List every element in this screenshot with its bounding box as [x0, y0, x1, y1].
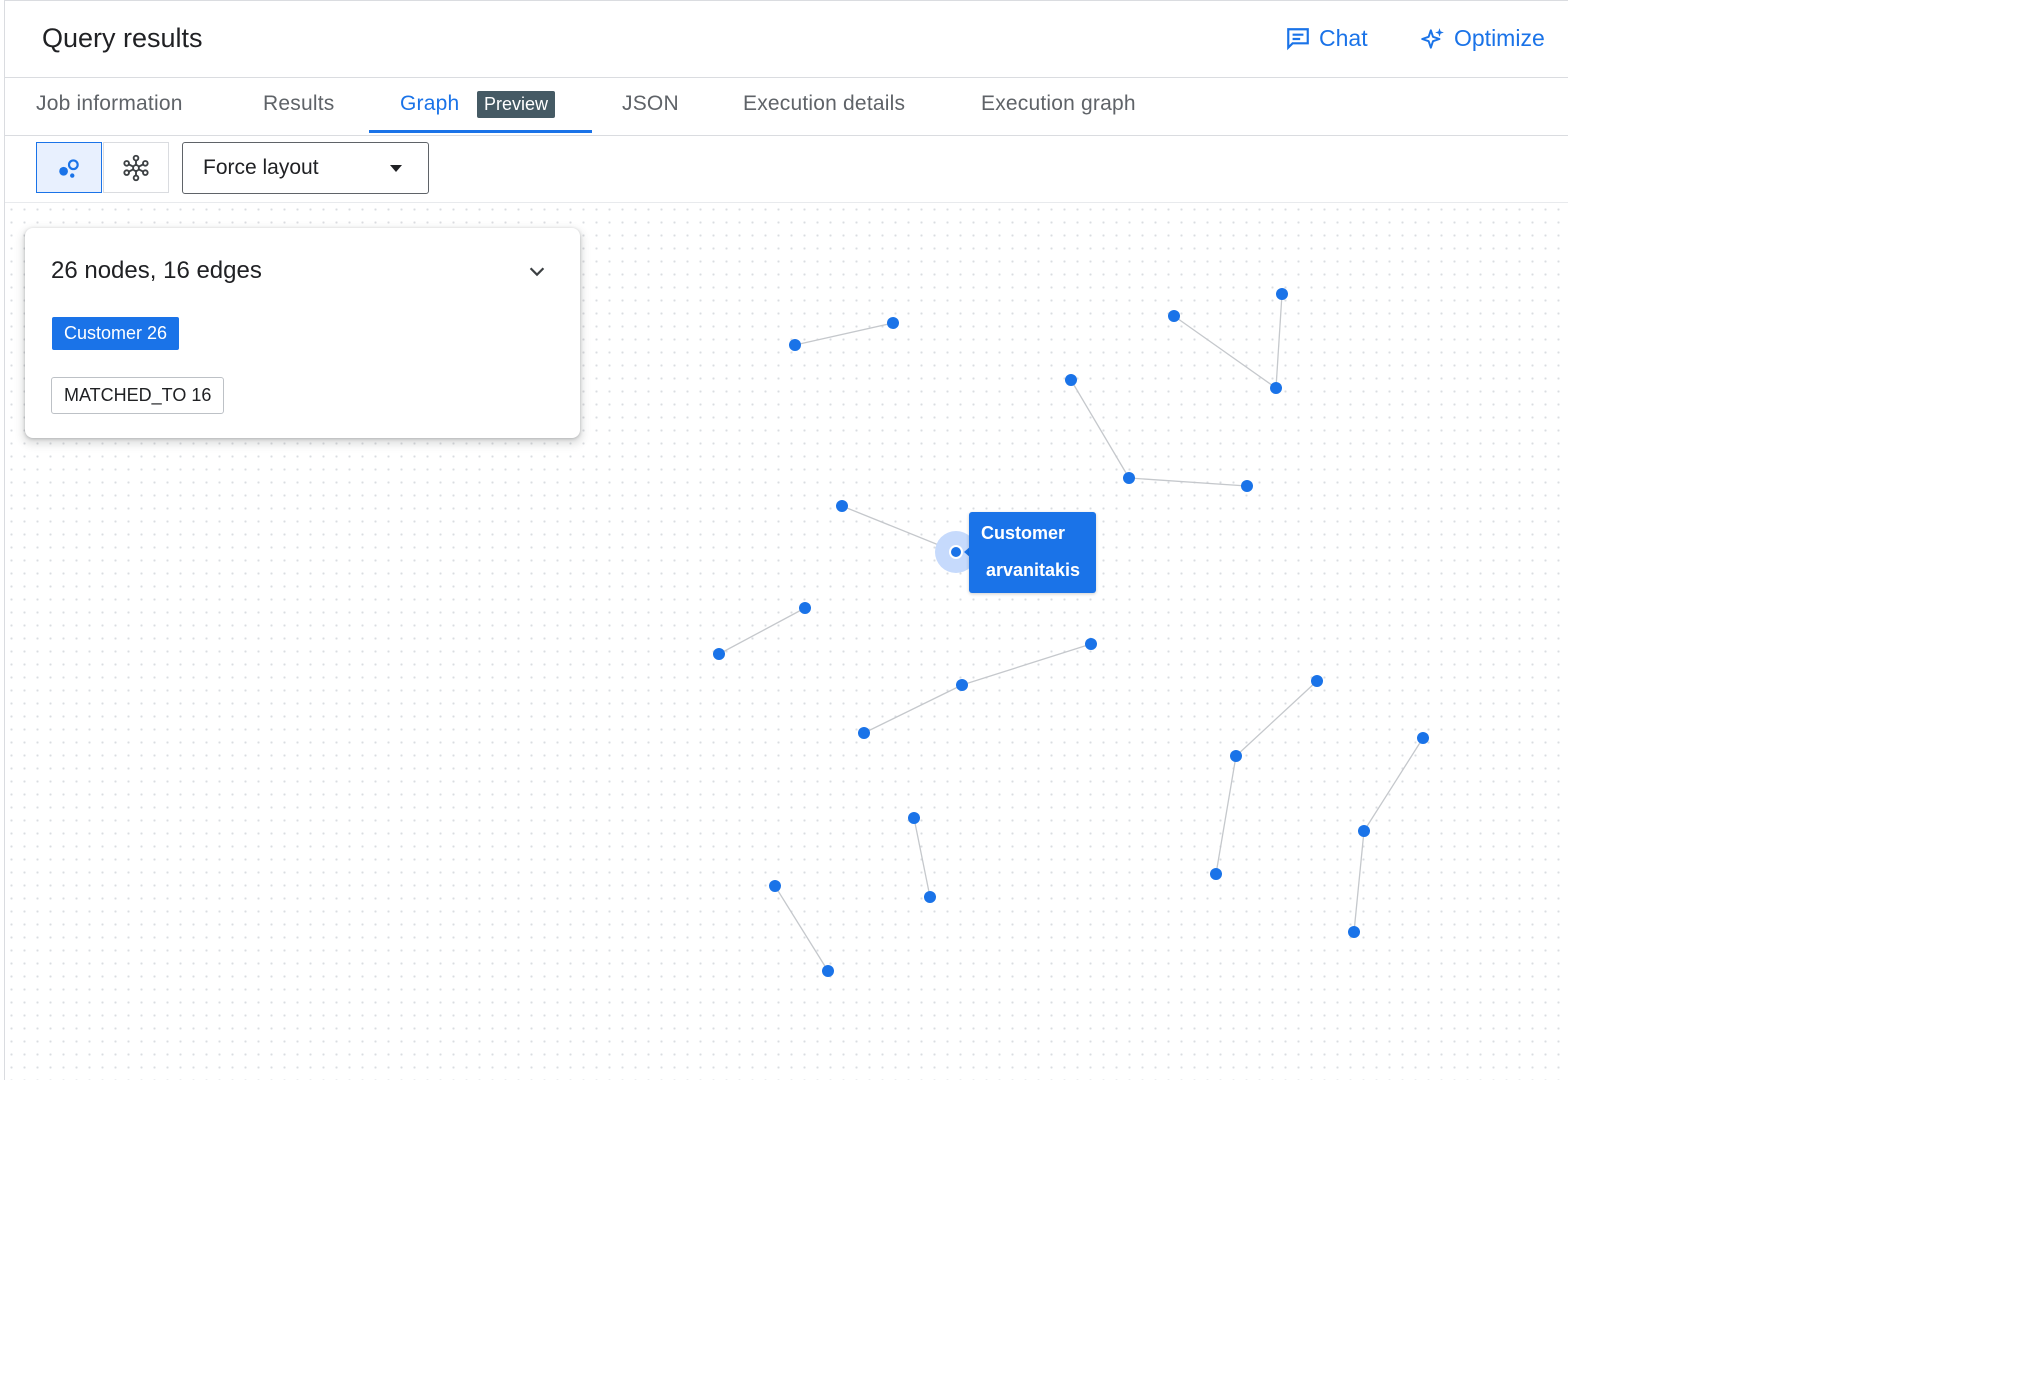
graph-node[interactable] — [1085, 638, 1097, 650]
graph-summary-card: 26 nodes, 16 edges Customer 26 MATCHED_T… — [25, 228, 580, 438]
graph-node[interactable] — [769, 880, 781, 892]
graph-node[interactable] — [799, 602, 811, 614]
graph-edge[interactable] — [1363, 737, 1424, 832]
graph-node[interactable] — [1276, 288, 1288, 300]
graph-edge[interactable] — [1173, 315, 1277, 389]
graph-node[interactable] — [836, 500, 848, 512]
graph-node[interactable] — [858, 727, 870, 739]
graph-edge[interactable] — [1215, 755, 1237, 875]
graph-node[interactable] — [822, 965, 834, 977]
graph-edge[interactable] — [913, 817, 931, 898]
graph-node[interactable] — [1230, 750, 1242, 762]
tooltip-label: Customer — [981, 523, 1066, 543]
graph-node[interactable] — [956, 679, 968, 691]
node-label-chip[interactable]: Customer 26 — [52, 317, 180, 350]
graph-node[interactable] — [1168, 310, 1180, 322]
graph-node[interactable] — [1210, 868, 1222, 880]
graph-node[interactable] — [908, 812, 920, 824]
graph-edge[interactable] — [1070, 379, 1130, 479]
graph-node[interactable] — [1417, 732, 1429, 744]
graph-node[interactable] — [1065, 374, 1077, 386]
graph-edge[interactable] — [961, 643, 1092, 686]
graph-node[interactable] — [924, 891, 936, 903]
graph-edge[interactable] — [863, 684, 963, 734]
graph-edge[interactable] — [1353, 830, 1365, 933]
graph-node[interactable] — [1270, 382, 1282, 394]
graph-node[interactable] — [1123, 472, 1135, 484]
graph-node[interactable] — [789, 339, 801, 351]
graph-visualization — [713, 288, 1429, 977]
graph-node[interactable] — [1311, 675, 1323, 687]
graph-edge[interactable] — [794, 322, 894, 346]
graph-node[interactable] — [887, 317, 899, 329]
graph-edge[interactable] — [718, 607, 806, 655]
graph-edge[interactable] — [1128, 477, 1248, 487]
graph-summary-text: 26 nodes, 16 edges — [51, 257, 262, 284]
graph-node[interactable] — [1348, 926, 1360, 938]
graph-edge[interactable] — [1235, 680, 1318, 757]
graph-edge[interactable] — [774, 885, 829, 972]
node-tooltip: Customer arvanitakis — [969, 512, 1096, 593]
graph-node-selected[interactable] — [949, 545, 963, 559]
edge-label-chip[interactable]: MATCHED_TO 16 — [51, 377, 225, 414]
graph-node[interactable] — [713, 648, 725, 660]
chevron-down-icon[interactable] — [526, 260, 548, 282]
graph-node[interactable] — [1241, 480, 1253, 492]
graph-edge[interactable] — [1275, 293, 1283, 389]
graph-node[interactable] — [1358, 825, 1370, 837]
tooltip-value: arvanitakis — [986, 560, 1081, 580]
